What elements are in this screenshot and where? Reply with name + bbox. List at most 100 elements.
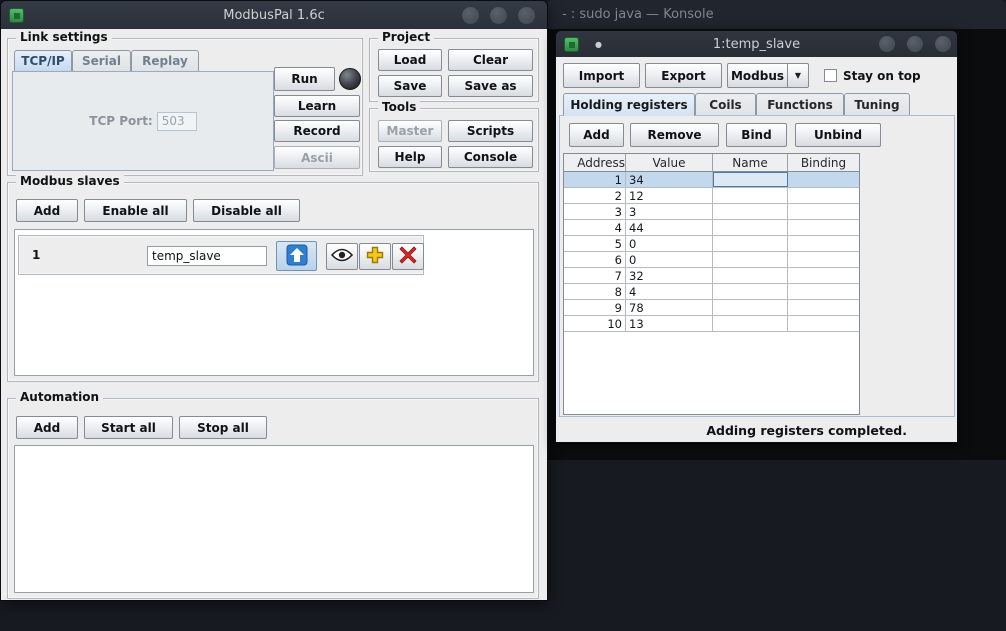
cell-value[interactable]: 12 — [626, 188, 713, 203]
toggle-slave-visibility-button[interactable] — [326, 243, 358, 270]
duplicate-slave-button[interactable] — [359, 243, 391, 270]
column-header-value[interactable]: Value — [626, 154, 713, 171]
cell-name[interactable] — [713, 252, 788, 267]
cell-address[interactable]: 7 — [564, 268, 626, 283]
save-button[interactable]: Save — [378, 75, 442, 97]
cell-address[interactable]: 10 — [564, 316, 626, 331]
cell-binding[interactable] — [788, 172, 859, 187]
table-row[interactable]: 5 0 — [564, 236, 859, 252]
table-row[interactable]: 7 32 — [564, 268, 859, 284]
table-row[interactable]: 8 4 — [564, 284, 859, 300]
table-row[interactable]: 1 34 — [564, 172, 859, 188]
unbind-button[interactable]: Unbind — [795, 123, 881, 147]
cell-binding[interactable] — [788, 268, 859, 283]
maximize-button[interactable] — [490, 7, 507, 24]
cell-address[interactable]: 2 — [564, 188, 626, 203]
cell-binding[interactable] — [788, 188, 859, 203]
cell-name[interactable] — [713, 204, 788, 219]
scripts-button[interactable]: Scripts — [448, 120, 533, 142]
save-as-button[interactable]: Save as — [448, 75, 533, 97]
remove-register-button[interactable]: Remove — [630, 123, 719, 147]
cell-name[interactable] — [713, 172, 788, 187]
table-row[interactable]: 6 0 — [564, 252, 859, 268]
tab-coils[interactable]: Coils — [695, 93, 756, 116]
add-register-button[interactable]: Add — [569, 123, 624, 147]
column-header-address[interactable]: Address — [564, 154, 626, 171]
start-all-button[interactable]: Start all — [84, 416, 173, 439]
cell-value[interactable]: 0 — [626, 252, 713, 267]
cell-value[interactable]: 4 — [626, 284, 713, 299]
stop-all-button[interactable]: Stop all — [179, 416, 267, 439]
cell-address[interactable]: 3 — [564, 204, 626, 219]
modbus-mode-dropdown[interactable]: Modbus ▼ — [727, 63, 809, 88]
cell-value[interactable]: 32 — [626, 268, 713, 283]
column-header-name[interactable]: Name — [713, 154, 788, 171]
add-slave-button[interactable]: Add — [16, 199, 78, 222]
tab-functions[interactable]: Functions — [756, 93, 844, 116]
help-button[interactable]: Help — [378, 146, 442, 168]
remove-slave-button[interactable] — [392, 243, 424, 270]
console-button[interactable]: Console — [448, 146, 533, 168]
close-button[interactable] — [518, 7, 535, 24]
bind-button[interactable]: Bind — [726, 123, 787, 147]
slave-window-titlebar[interactable]: ● 1:temp_slave — [556, 31, 957, 57]
clear-button[interactable]: Clear — [448, 49, 533, 71]
load-button[interactable]: Load — [378, 49, 442, 71]
slave-maximize-button[interactable] — [907, 36, 923, 52]
enable-all-button[interactable]: Enable all — [84, 199, 187, 222]
stay-on-top-checkbox[interactable] — [824, 69, 837, 82]
cell-binding[interactable] — [788, 220, 859, 235]
cell-address[interactable]: 1 — [564, 172, 626, 187]
cell-address[interactable]: 9 — [564, 300, 626, 315]
cell-binding[interactable] — [788, 236, 859, 251]
column-header-binding[interactable]: Binding — [788, 154, 859, 171]
tab-serial[interactable]: Serial — [72, 50, 131, 71]
cell-binding[interactable] — [788, 204, 859, 219]
cell-address[interactable]: 6 — [564, 252, 626, 267]
slave-name-input[interactable] — [147, 246, 267, 266]
run-button[interactable]: Run — [274, 67, 335, 91]
cell-binding[interactable] — [788, 284, 859, 299]
table-row[interactable]: 10 13 — [564, 316, 859, 332]
show-slave-window-button[interactable] — [276, 241, 317, 271]
table-row[interactable]: 9 78 — [564, 300, 859, 316]
konsole-titlebar[interactable]: - : sudo java — Konsole — [546, 0, 1006, 29]
cell-value[interactable]: 78 — [626, 300, 713, 315]
slave-row[interactable]: 1 — [18, 235, 424, 275]
cell-name[interactable] — [713, 236, 788, 251]
cell-value[interactable]: 44 — [626, 220, 713, 235]
tab-replay[interactable]: Replay — [131, 50, 199, 71]
tcp-port-input[interactable] — [157, 112, 197, 131]
cell-name[interactable] — [713, 220, 788, 235]
cell-value[interactable]: 34 — [626, 172, 713, 187]
cell-name[interactable] — [713, 188, 788, 203]
cell-name[interactable] — [713, 268, 788, 283]
slave-minimize-button[interactable] — [879, 36, 895, 52]
cell-name[interactable] — [713, 316, 788, 331]
add-automation-button[interactable]: Add — [16, 416, 78, 439]
cell-name[interactable] — [713, 300, 788, 315]
disable-all-button[interactable]: Disable all — [193, 199, 300, 222]
table-row[interactable]: 2 12 — [564, 188, 859, 204]
tab-tuning[interactable]: Tuning — [844, 93, 910, 116]
minimize-button[interactable] — [462, 7, 479, 24]
cell-binding[interactable] — [788, 316, 859, 331]
modbuspal-titlebar[interactable]: ModbusPal 1.6c — [1, 1, 547, 29]
cell-value[interactable]: 13 — [626, 316, 713, 331]
learn-button[interactable]: Learn — [274, 95, 360, 117]
table-row[interactable]: 3 3 — [564, 204, 859, 220]
cell-value[interactable]: 0 — [626, 236, 713, 251]
table-row[interactable]: 4 44 — [564, 220, 859, 236]
tab-holding-registers[interactable]: Holding registers — [563, 93, 695, 116]
import-button[interactable]: Import — [563, 63, 640, 88]
cell-address[interactable]: 4 — [564, 220, 626, 235]
cell-name[interactable] — [713, 284, 788, 299]
slave-close-button[interactable] — [935, 36, 951, 52]
cell-address[interactable]: 5 — [564, 236, 626, 251]
cell-value[interactable]: 3 — [626, 204, 713, 219]
chevron-down-icon[interactable]: ▼ — [787, 64, 808, 87]
cell-binding[interactable] — [788, 300, 859, 315]
tab-tcpip[interactable]: TCP/IP — [14, 50, 72, 71]
export-button[interactable]: Export — [645, 63, 722, 88]
cell-binding[interactable] — [788, 252, 859, 267]
